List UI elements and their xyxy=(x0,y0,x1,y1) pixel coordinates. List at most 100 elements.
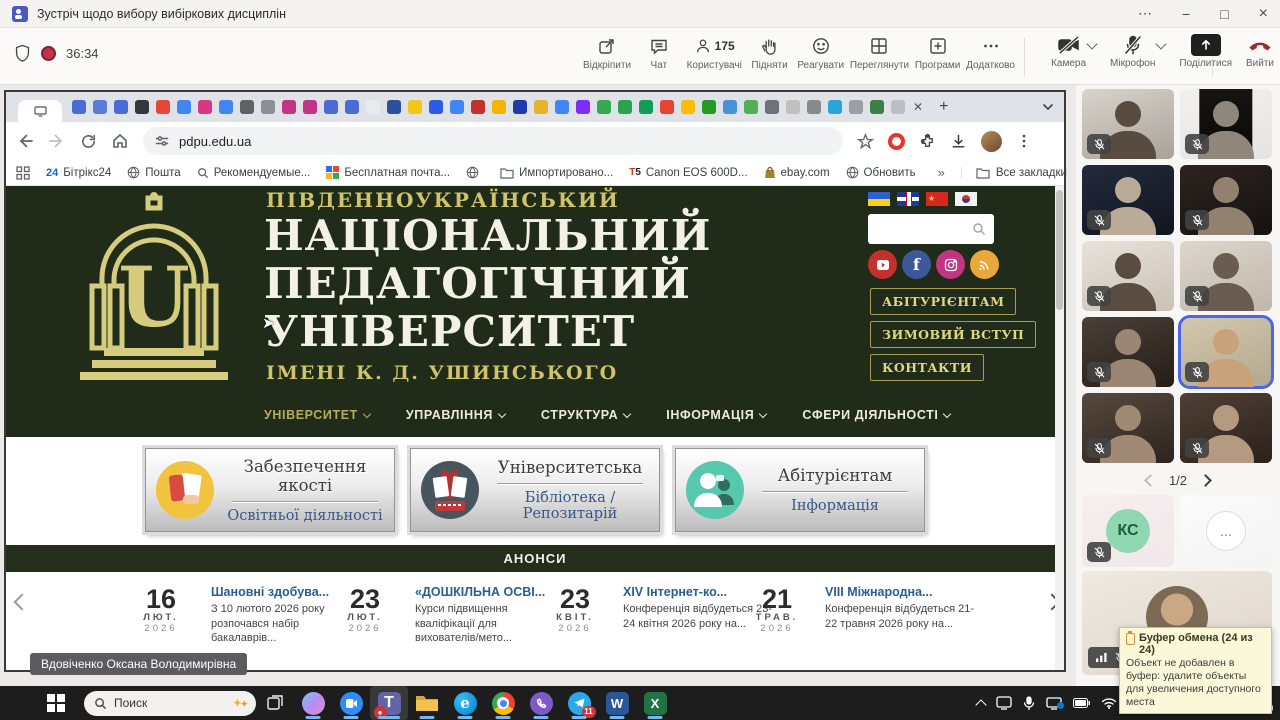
rss-icon[interactable] xyxy=(970,250,999,279)
tab-favicon[interactable] xyxy=(408,100,422,114)
news-date[interactable]: 23КВІТ.2026 xyxy=(547,586,603,634)
tab-favicon[interactable] xyxy=(660,100,674,114)
news-date[interactable]: 23ЛЮТ.2026 xyxy=(337,586,393,634)
quality-card[interactable]: Забезпечення якості Освітньої діяльності xyxy=(145,448,395,532)
tab-favicon[interactable] xyxy=(534,100,548,114)
home-icon[interactable] xyxy=(111,132,129,150)
camera-toggle-button[interactable]: Камера xyxy=(1051,34,1086,69)
participant-video-tile[interactable] xyxy=(1180,165,1272,235)
participant-video-tile[interactable] xyxy=(1180,89,1272,159)
bookmark-item[interactable] xyxy=(466,166,484,179)
site-settings-icon[interactable] xyxy=(155,134,169,148)
participant-video-tile[interactable] xyxy=(1180,241,1272,311)
tab-favicon[interactable] xyxy=(177,100,191,114)
tab-favicon[interactable] xyxy=(156,100,170,114)
page-scrollbar[interactable] xyxy=(1055,186,1064,670)
tab-favicon[interactable] xyxy=(198,100,212,114)
tab-favicon[interactable] xyxy=(366,100,380,114)
forward-icon[interactable] xyxy=(48,132,66,150)
mic-options-chevron-icon[interactable] xyxy=(1156,38,1167,49)
unpin-button[interactable]: Відкріпити xyxy=(583,34,631,71)
youtube-icon[interactable] xyxy=(868,250,897,279)
tab-favicon[interactable] xyxy=(681,100,695,114)
bookmarks-overflow-chevron[interactable]: » xyxy=(938,165,945,180)
tab-favicon[interactable] xyxy=(639,100,653,114)
tab-favicon[interactable] xyxy=(765,100,779,114)
tab-favicon[interactable] xyxy=(702,100,716,114)
view-button[interactable]: Переглянути xyxy=(850,34,909,71)
participant-video-tile[interactable] xyxy=(1082,165,1174,235)
mic-toggle-button[interactable]: Мікрофон xyxy=(1110,34,1155,69)
tab-favicon[interactable] xyxy=(471,100,485,114)
display-status-icon[interactable] xyxy=(1046,697,1062,710)
tray-mic-icon[interactable] xyxy=(1023,696,1035,711)
tab-favicon[interactable] xyxy=(786,100,800,114)
bookmark-item[interactable]: ebay.com xyxy=(764,166,830,179)
tab-favicon[interactable] xyxy=(828,100,842,114)
tab-favicon[interactable] xyxy=(303,100,317,114)
back-icon[interactable] xyxy=(16,132,34,150)
share-screen-button[interactable]: Поділитися xyxy=(1179,34,1232,69)
tray-expand-chevron-icon[interactable] xyxy=(977,698,985,709)
start-button[interactable] xyxy=(38,694,74,712)
contacts-button[interactable]: КОНТАКТИ xyxy=(870,354,984,381)
tab-favicon[interactable] xyxy=(597,100,611,114)
reload-icon[interactable] xyxy=(80,133,97,150)
tab-favicon[interactable] xyxy=(723,100,737,114)
battery-icon[interactable] xyxy=(1073,698,1090,708)
site-search-icon[interactable] xyxy=(972,222,986,236)
scrollbar-thumb[interactable] xyxy=(1056,190,1063,310)
tab-favicon[interactable] xyxy=(387,100,401,114)
news-item[interactable]: VIII Міжнародна...Конференція відбудетьс… xyxy=(825,585,983,631)
tab-favicon[interactable] xyxy=(240,100,254,114)
flag-korea-icon[interactable] xyxy=(955,192,977,206)
viber-button[interactable] xyxy=(522,686,560,720)
window-close-icon[interactable]: × xyxy=(1259,5,1268,23)
cast-icon[interactable] xyxy=(996,696,1012,710)
profile-avatar[interactable] xyxy=(981,131,1002,152)
teams-button[interactable]: T● xyxy=(370,686,408,720)
tab-favicon[interactable] xyxy=(555,100,569,114)
extensions-puzzle-icon[interactable] xyxy=(919,133,936,150)
participant-video-tile[interactable] xyxy=(1082,393,1174,463)
clipboard-popup[interactable]: Буфер обмена (24 из 24) Объект не добавл… xyxy=(1119,627,1272,714)
file-explorer-button[interactable] xyxy=(408,686,446,720)
tab-favicon[interactable] xyxy=(345,100,359,114)
news-date[interactable]: 21ТРАВ.2026 xyxy=(749,586,805,634)
raise-hand-button[interactable]: Підняти xyxy=(748,34,792,71)
nav-university[interactable]: УНІВЕРСИТЕТ xyxy=(264,408,370,422)
address-bar[interactable]: pdpu.edu.ua xyxy=(143,127,843,155)
nav-information[interactable]: ІНФОРМАЦІЯ xyxy=(666,408,766,422)
camera-options-chevron-icon[interactable] xyxy=(1086,38,1097,49)
taskbar-search[interactable]: Поиск ✦✦ xyxy=(84,691,256,716)
word-button[interactable]: W xyxy=(598,686,636,720)
facebook-icon[interactable]: f xyxy=(902,250,931,279)
telegram-button[interactable]: 11 xyxy=(560,686,598,720)
tab-favicon[interactable] xyxy=(891,100,905,114)
carousel-prev-icon[interactable] xyxy=(14,594,31,611)
copilot-button[interactable] xyxy=(294,686,332,720)
chrome-button[interactable] xyxy=(484,686,522,720)
applicants-card[interactable]: Абітурієнтам Інформація xyxy=(675,448,925,532)
window-maximize-icon[interactable]: □ xyxy=(1220,6,1228,22)
page-prev-icon[interactable] xyxy=(1144,474,1157,487)
extension-o-icon[interactable] xyxy=(888,133,905,150)
tab-favicon[interactable] xyxy=(744,100,758,114)
window-more-icon[interactable]: ⋯ xyxy=(1138,5,1152,22)
instagram-icon[interactable] xyxy=(936,250,965,279)
tab-favicon[interactable] xyxy=(261,100,275,114)
nav-structure[interactable]: СТРУКТУРА xyxy=(541,408,630,422)
active-tab[interactable] xyxy=(18,100,62,122)
apps-button[interactable]: Програми xyxy=(915,34,961,71)
tab-close-icon[interactable]: ✕ xyxy=(913,100,923,114)
excel-button[interactable]: X xyxy=(636,686,674,720)
bookmark-item[interactable]: T5Canon EOS 600D... xyxy=(629,167,747,179)
tab-favicon[interactable] xyxy=(576,100,590,114)
flag-uk-icon[interactable] xyxy=(897,192,919,206)
react-button[interactable]: Реагувати xyxy=(797,34,844,71)
tab-favicon[interactable] xyxy=(870,100,884,114)
chat-button[interactable]: Чат xyxy=(637,34,681,71)
bookmark-item[interactable]: Импортировано... xyxy=(500,167,613,179)
applicants-button[interactable]: АБІТУРІЄНТАМ xyxy=(870,288,1016,315)
tab-favicon[interactable] xyxy=(513,100,527,114)
